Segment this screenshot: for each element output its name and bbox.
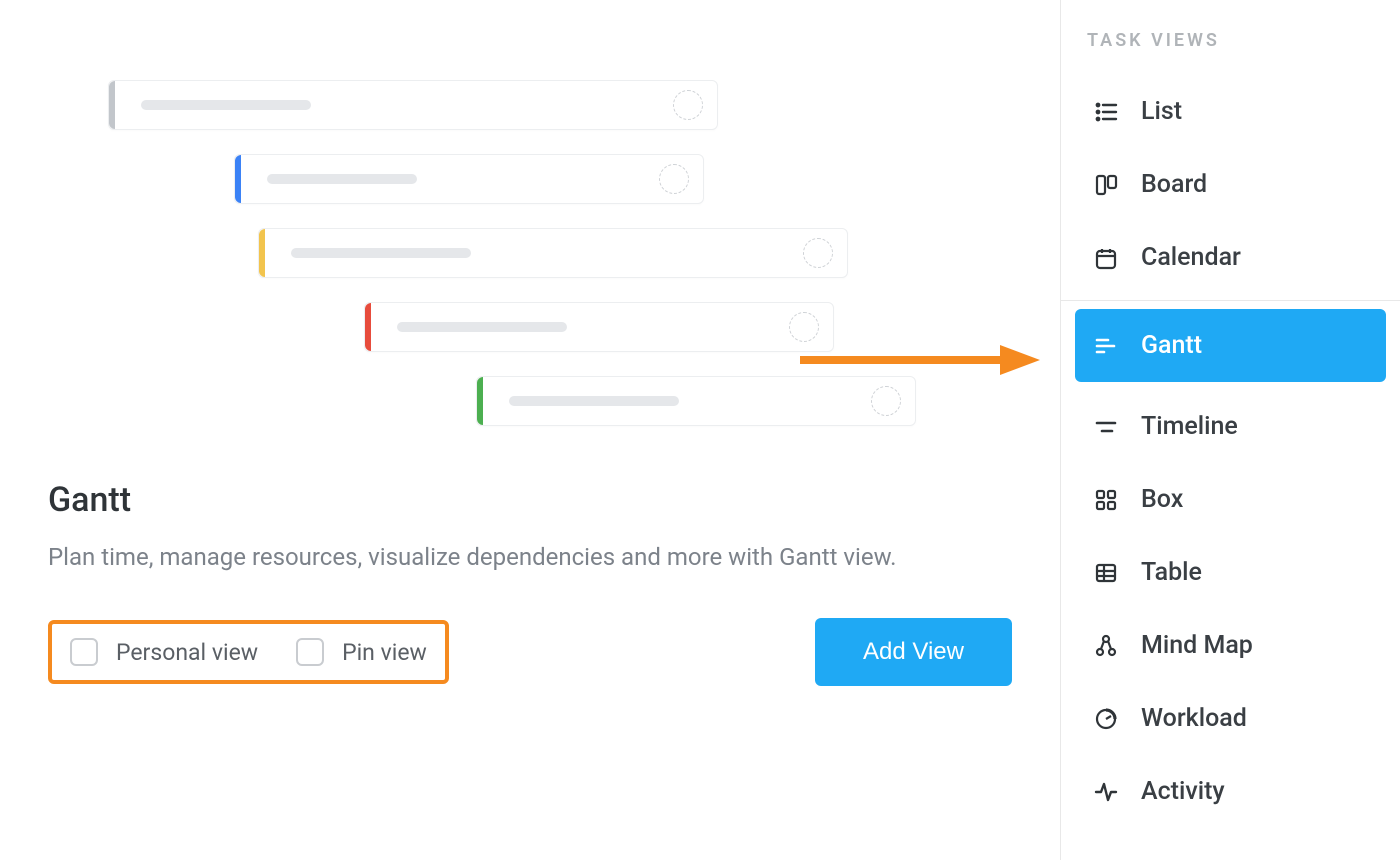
avatar-placeholder xyxy=(659,164,689,194)
sidebar-header: TASK VIEWS xyxy=(1075,30,1386,51)
gantt-task-bar xyxy=(108,80,718,130)
box-icon xyxy=(1093,487,1119,513)
avatar-placeholder xyxy=(673,90,703,120)
view-item-calendar[interactable]: Calendar xyxy=(1075,221,1386,294)
gantt-preview xyxy=(108,80,968,440)
view-item-gantt[interactable]: Gantt xyxy=(1075,309,1386,382)
view-item-list[interactable]: List xyxy=(1075,75,1386,148)
view-item-board[interactable]: Board xyxy=(1075,148,1386,221)
gantt-icon xyxy=(1093,333,1119,359)
checkbox-label: Personal view xyxy=(116,639,258,666)
view-label: Workload xyxy=(1141,704,1247,733)
add-view-button[interactable]: Add View xyxy=(815,618,1012,686)
bottom-row: Personal view Pin view Add View xyxy=(48,618,1012,686)
timeline-icon xyxy=(1093,414,1119,440)
view-label: List xyxy=(1141,97,1182,126)
pin-view-option[interactable]: Pin view xyxy=(296,638,427,666)
view-label: Activity xyxy=(1141,777,1225,806)
view-item-box[interactable]: Box xyxy=(1075,463,1386,536)
view-label: Board xyxy=(1141,170,1207,199)
avatar-placeholder xyxy=(871,386,901,416)
view-label: Table xyxy=(1141,558,1202,587)
view-label: Box xyxy=(1141,485,1183,514)
view-item-table[interactable]: Table xyxy=(1075,536,1386,609)
view-label: Mind Map xyxy=(1141,631,1253,660)
view-description: Plan time, manage resources, visualize d… xyxy=(48,538,898,576)
view-item-mindmap[interactable]: Mind Map xyxy=(1075,609,1386,682)
avatar-placeholder xyxy=(789,312,819,342)
annotation-arrow-icon xyxy=(800,340,1040,380)
view-item-timeline[interactable]: Timeline xyxy=(1075,390,1386,463)
personal-view-option[interactable]: Personal view xyxy=(70,638,258,666)
view-item-workload[interactable]: Workload xyxy=(1075,682,1386,755)
view-label: Gantt xyxy=(1141,331,1202,360)
task-views-sidebar: TASK VIEWS List Board Calendar xyxy=(1060,0,1400,860)
view-title: Gantt xyxy=(48,480,1012,520)
view-label: Calendar xyxy=(1141,243,1241,272)
gantt-task-bar xyxy=(258,228,848,278)
calendar-icon xyxy=(1093,245,1119,271)
gantt-task-bar xyxy=(476,376,916,426)
checkbox-icon[interactable] xyxy=(296,638,324,666)
main-panel: Gantt Plan time, manage resources, visua… xyxy=(0,0,1060,860)
checkbox-label: Pin view xyxy=(342,639,427,666)
list-icon xyxy=(1093,99,1119,125)
table-icon xyxy=(1093,560,1119,586)
activity-icon xyxy=(1093,779,1119,805)
options-highlight-group: Personal view Pin view xyxy=(48,620,449,684)
view-item-activity[interactable]: Activity xyxy=(1075,755,1386,828)
mindmap-icon xyxy=(1093,633,1119,659)
gantt-task-bar xyxy=(234,154,704,204)
workload-icon xyxy=(1093,706,1119,732)
avatar-placeholder xyxy=(803,238,833,268)
checkbox-icon[interactable] xyxy=(70,638,98,666)
view-label: Timeline xyxy=(1141,412,1238,441)
board-icon xyxy=(1093,172,1119,198)
gantt-task-bar xyxy=(364,302,834,352)
